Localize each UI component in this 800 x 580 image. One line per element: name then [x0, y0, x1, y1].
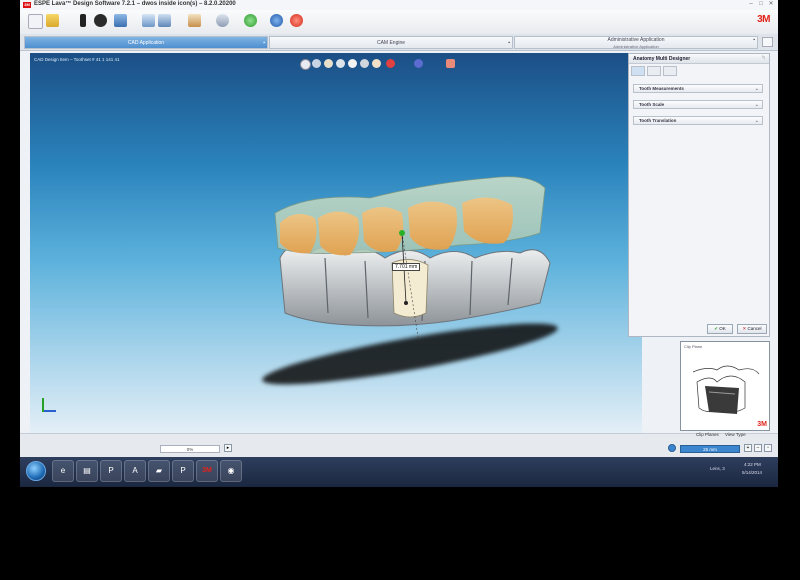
ok-label: OK — [719, 326, 726, 331]
clip-plane-drawing — [692, 365, 760, 414]
tab-cad-application[interactable]: CAD Application ▪ — [24, 36, 268, 49]
minimap-brand-logo: 3M — [757, 421, 767, 428]
letterbox-bottom — [0, 487, 800, 580]
view-type-label[interactable]: View Type — [725, 432, 746, 437]
restoration-icon[interactable] — [188, 14, 201, 27]
anatomy-multi-designer-panel: Anatomy Multi Designer ᛋ Tooth Measureme… — [628, 53, 770, 337]
section-tooth-measurements[interactable]: Tooth Measurements ⌄ — [633, 84, 763, 93]
zoom-out-button[interactable]: − — [754, 444, 762, 452]
panel-tab-grid-icon[interactable] — [663, 66, 677, 76]
clip-plane-preview[interactable]: Clip Plane 3M — [680, 341, 770, 431]
tray-date[interactable]: 5/14/2014 — [742, 470, 762, 475]
view-tool-icon[interactable] — [336, 59, 345, 68]
section-tooth-translation[interactable]: Tooth Translation ⌄ — [633, 116, 763, 125]
view-tool-icon[interactable] — [446, 59, 455, 68]
zoom-in-button[interactable]: + — [744, 444, 752, 452]
3d-viewport[interactable]: CAD Design Item – Toothset # 41 1 141 41 — [30, 53, 642, 433]
clip-planes-label[interactable]: Clip Planes — [696, 432, 719, 437]
cancel-label: Cancel — [747, 326, 762, 331]
cancel-button[interactable]: ✕ Cancel — [737, 324, 767, 334]
panel-title: Anatomy Multi Designer — [629, 54, 769, 64]
taskbar-app-icon[interactable]: P — [172, 460, 194, 482]
zoom-reset-button[interactable]: ▫ — [764, 444, 772, 452]
taskbar-app-icon[interactable]: ◉ — [220, 460, 242, 482]
progress-bar: 0% — [160, 445, 220, 453]
tab-label: Administrative Application — [607, 37, 665, 43]
view-tool-icon[interactable] — [372, 59, 381, 68]
maximize-button[interactable]: □ — [757, 1, 765, 8]
open-folder-icon[interactable] — [46, 14, 59, 27]
panel-tabs — [631, 66, 767, 78]
taskbar-3m-icon[interactable]: 3M — [196, 460, 218, 482]
ok-button[interactable]: ✔ OK — [707, 324, 733, 334]
new-case-icon[interactable] — [28, 14, 43, 29]
brand-logo: 3M — [757, 14, 770, 25]
chevron-down-icon: ⌄ — [754, 86, 759, 92]
view-tool-icon[interactable] — [348, 59, 357, 68]
globe-icon[interactable] — [668, 444, 676, 452]
tab-close-icon[interactable]: ▪ — [753, 37, 755, 44]
exit-icon[interactable] — [290, 14, 303, 27]
taskbar-folder-icon[interactable]: ▤ — [76, 460, 98, 482]
screen-icon[interactable] — [142, 14, 155, 27]
stop-button[interactable]: ▸ — [224, 444, 232, 452]
section-tooth-scale[interactable]: Tooth Scale ⌄ — [633, 100, 763, 109]
view-tool-icon[interactable] — [324, 59, 333, 68]
flag-icon[interactable] — [762, 37, 773, 47]
viewport-label: CAD Design Item – Toothset # 41 1 141 41 — [34, 57, 120, 62]
view-tool-icon[interactable] — [300, 59, 311, 70]
cancel-icon: ✕ — [742, 326, 747, 331]
pin-icon[interactable]: ᛋ — [762, 55, 765, 61]
taskbar-app-icon[interactable]: P — [100, 460, 122, 482]
chevron-down-icon: ⌄ — [754, 118, 759, 124]
tab-label: CAD Application — [127, 40, 165, 46]
monitor-icon[interactable] — [114, 14, 127, 27]
tools-icon[interactable] — [216, 14, 229, 27]
minimap-label: Clip Plane — [684, 344, 703, 349]
minimize-button[interactable]: – — [747, 1, 755, 8]
taskbar-pdf-icon[interactable]: A — [124, 460, 146, 482]
tab-cam-engine[interactable]: CAM Engine ▪ — [269, 36, 513, 49]
tab-label: CAM Engine — [376, 40, 406, 46]
tab-close-icon[interactable]: ▪ — [508, 37, 510, 50]
taskbar-app-icon[interactable]: ▰ — [148, 460, 170, 482]
tab-sublabel: Administrative Application — [613, 44, 659, 49]
zoom-level[interactable]: 25 mm — [680, 445, 740, 453]
measurement-label: 7.701 mm — [392, 263, 421, 271]
chevron-down-icon: ⌄ — [754, 102, 759, 108]
view-tool-icon[interactable] — [386, 59, 395, 68]
status-bar — [20, 433, 778, 458]
milling-unit-icon[interactable] — [94, 14, 107, 27]
main-toolbar — [20, 10, 778, 35]
app-logo-icon: 3M — [23, 2, 31, 8]
view-tool-icon[interactable] — [312, 59, 321, 68]
window-title: ESPE Lava™ Design Software 7.2.1 – dwos … — [34, 1, 236, 7]
taskbar-ie-icon[interactable]: e — [52, 460, 74, 482]
section-label: Tooth Translation — [639, 118, 677, 123]
start-button-icon[interactable] — [26, 461, 46, 481]
panel-tab-shape-icon[interactable] — [647, 66, 661, 76]
scanner-icon[interactable] — [80, 14, 86, 27]
section-label: Tooth Measurements — [639, 86, 684, 91]
tray-time[interactable]: 4:22 PM — [744, 462, 761, 467]
tab-close-icon[interactable]: ▪ — [263, 37, 265, 50]
check-icon: ✔ — [714, 326, 718, 331]
view-tool-icon[interactable] — [360, 59, 369, 68]
close-button[interactable]: ✕ — [767, 1, 775, 8]
info-icon[interactable] — [270, 14, 283, 27]
display-icon[interactable] — [158, 14, 171, 27]
panel-tab-anatomy-icon[interactable] — [631, 66, 645, 76]
view-tool-icon[interactable] — [414, 59, 423, 68]
tray-language[interactable]: Lens, 3 — [710, 466, 725, 471]
section-label: Tooth Scale — [639, 102, 665, 107]
dental-model[interactable] — [250, 163, 560, 338]
axis-y-indicator — [42, 398, 44, 412]
axis-x-indicator — [42, 410, 56, 412]
tab-administrative-application[interactable]: Administrative Application Administrativ… — [514, 36, 758, 49]
application-window: 3M ESPE Lava™ Design Software 7.2.1 – dw… — [20, 0, 778, 487]
refresh-icon[interactable] — [244, 14, 257, 27]
